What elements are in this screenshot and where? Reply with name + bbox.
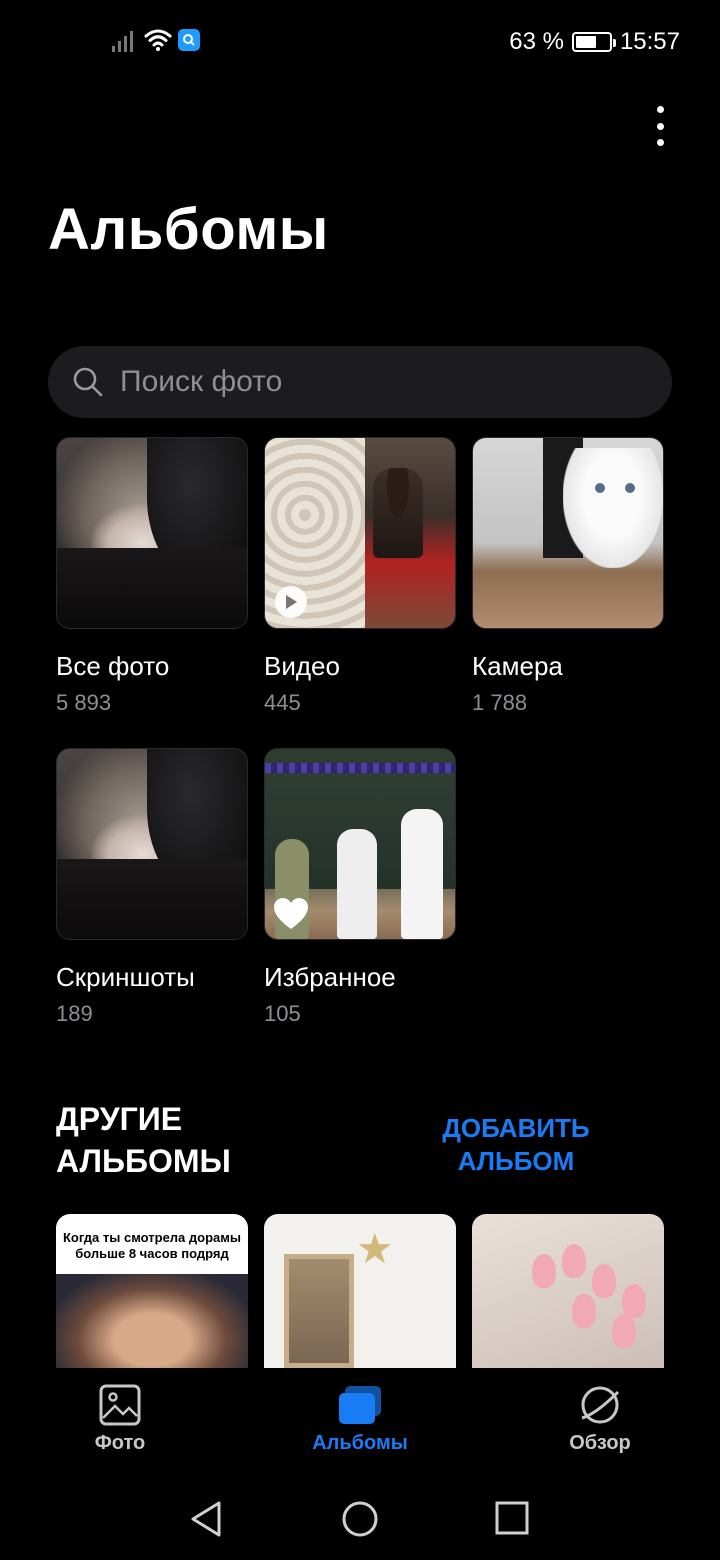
system-nav-bar (0, 1472, 720, 1560)
album-count: 105 (264, 1001, 301, 1026)
app-notification-icon (178, 29, 200, 51)
nav-item-albums[interactable]: Альбомы (300, 1384, 420, 1455)
back-icon[interactable] (188, 1500, 224, 1538)
albums-icon (339, 1386, 381, 1424)
album-thumbnail (56, 748, 248, 940)
album-thumbnail (56, 437, 248, 629)
home-icon[interactable] (341, 1500, 379, 1538)
other-album-thumbnail[interactable]: ★ (264, 1214, 456, 1368)
album-count: 445 (264, 690, 301, 715)
battery-fill (575, 36, 597, 48)
more-vertical-icon[interactable] (650, 106, 670, 146)
status-right: 63 % 15:57 (509, 28, 680, 56)
add-album-button[interactable]: ДОБАВИТЬ АЛЬБОМ (412, 1112, 620, 1178)
album-count: 5 893 (56, 690, 112, 715)
nav-label: Альбомы (312, 1432, 408, 1454)
album-screenshots[interactable]: Скриншоты 189 (56, 748, 248, 1027)
add-album-label: ДОБАВИТЬ (442, 1113, 590, 1143)
search-input[interactable]: Поиск фото (48, 346, 672, 418)
status-left-icons (112, 28, 200, 52)
other-album-thumbnail[interactable] (472, 1214, 664, 1368)
battery-icon (571, 32, 616, 52)
album-count: 189 (56, 1001, 93, 1026)
clock: 15:57 (619, 28, 680, 55)
search-placeholder: Поиск фото (120, 365, 283, 398)
search-icon (73, 367, 103, 397)
album-video[interactable]: Видео 445 (264, 437, 456, 716)
section-title-line: АЛЬБОМЫ (56, 1143, 231, 1179)
album-thumbnail (264, 748, 456, 940)
album-thumbnail (472, 437, 664, 629)
signal-icon (112, 28, 138, 52)
album-name: Камера (472, 651, 563, 681)
nav-label: Фото (94, 1432, 146, 1454)
album-count: 1 788 (472, 690, 528, 715)
battery-percent: 63 % (509, 28, 564, 55)
wifi-icon (144, 29, 172, 51)
album-name: Избранное (264, 962, 396, 992)
section-title-other-albums: ДРУГИЕ АЛЬБОМЫ (56, 1098, 231, 1182)
add-album-label: АЛЬБОМ (457, 1146, 575, 1176)
discover-icon (581, 1386, 620, 1424)
play-icon (275, 586, 307, 618)
album-name: Видео (264, 651, 340, 681)
album-name: Все фото (56, 651, 170, 681)
page-title: Альбомы (48, 197, 329, 262)
recents-icon[interactable] (494, 1500, 530, 1536)
bottom-nav: Фото Альбомы Обзор (0, 1368, 720, 1472)
album-thumbnail (264, 437, 456, 629)
nav-label: Обзор (569, 1432, 631, 1454)
album-name: Скриншоты (56, 962, 195, 992)
thumbnail-caption: Когда ты смотрела дорамы больше 8 часов … (56, 1230, 248, 1262)
section-title-line: ДРУГИЕ (56, 1101, 183, 1137)
caption-line: больше 8 часов подряд (75, 1246, 229, 1261)
caption-line: Когда ты смотрела дорамы (63, 1230, 241, 1245)
status-bar: 63 % 15:57 (0, 0, 720, 84)
other-album-thumbnail[interactable]: Когда ты смотрела дорамы больше 8 часов … (56, 1214, 248, 1368)
album-favorites[interactable]: Избранное 105 (264, 748, 456, 1027)
nav-item-photos[interactable]: Фото (60, 1384, 180, 1455)
album-camera[interactable]: Камера 1 788 (472, 437, 664, 716)
nav-item-discover[interactable]: Обзор (540, 1384, 660, 1455)
photo-icon (99, 1384, 141, 1426)
album-all-photos[interactable]: Все фото 5 893 (56, 437, 248, 716)
heart-icon (274, 898, 308, 929)
